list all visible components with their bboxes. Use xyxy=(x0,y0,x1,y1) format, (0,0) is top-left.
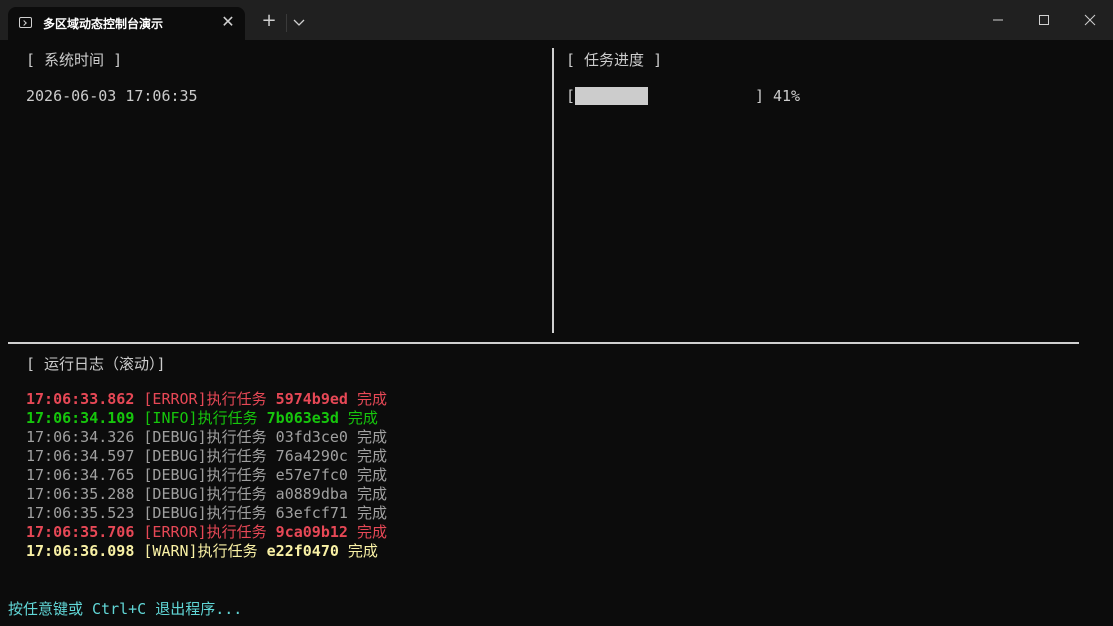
log-task-id: e22f0470 xyxy=(266,542,339,560)
log-action: 执行任务 xyxy=(206,504,267,522)
log-status: 完成 xyxy=(356,523,387,541)
log-level: [DEBUG] xyxy=(143,466,207,484)
chevron-down-icon[interactable] xyxy=(290,12,308,32)
log-line: 17:06:35.523 [DEBUG]执行任务 63efcf71 完成 xyxy=(26,504,387,523)
log-task-id: 7b063e3d xyxy=(266,409,339,427)
log-level: [INFO] xyxy=(143,409,198,427)
log-line: 17:06:34.597 [DEBUG]执行任务 76a4290c 完成 xyxy=(26,447,387,466)
log-level: [WARN] xyxy=(143,542,198,560)
log-action: 执行任务 xyxy=(206,447,267,465)
log-status: 完成 xyxy=(347,409,378,427)
exit-hint: 按任意键或 Ctrl+C 退出程序... xyxy=(8,600,243,618)
log-task-id: 03fd3ce0 xyxy=(275,428,348,446)
log-time: 17:06:33.862 xyxy=(26,390,135,408)
log-time: 17:06:35.706 xyxy=(26,523,135,541)
log-status: 完成 xyxy=(356,390,387,408)
log-action: 执行任务 xyxy=(206,466,267,484)
log-action: 执行任务 xyxy=(197,542,258,560)
title-bar: 多区域动态控制台演示 ✕ + xyxy=(0,0,1113,40)
tab-active[interactable]: 多区域动态控制台演示 ✕ xyxy=(8,7,245,40)
log-status: 完成 xyxy=(356,447,387,465)
vertical-divider xyxy=(552,48,554,333)
log-action: 执行任务 xyxy=(197,409,258,427)
log-time: 17:06:35.288 xyxy=(26,485,135,503)
progress-bracket-close: ] xyxy=(755,87,765,105)
log-level: [ERROR] xyxy=(143,523,207,541)
log-task-id: 63efcf71 xyxy=(275,504,348,522)
log-status: 完成 xyxy=(356,504,387,522)
log-action: 执行任务 xyxy=(206,428,267,446)
log-status: 完成 xyxy=(356,485,387,503)
log-status: 完成 xyxy=(347,542,378,560)
log-level: [DEBUG] xyxy=(143,428,207,446)
log-level: [DEBUG] xyxy=(143,447,207,465)
time-pane-title: [ 系统时间 ] xyxy=(26,51,123,69)
log-line: 17:06:35.706 [ERROR]执行任务 9ca09b12 完成 xyxy=(26,523,387,542)
window-close-icon[interactable] xyxy=(1067,0,1113,40)
log-status: 完成 xyxy=(356,428,387,446)
log-time: 17:06:34.597 xyxy=(26,447,135,465)
close-icon[interactable]: ✕ xyxy=(218,12,238,32)
log-line: 17:06:34.109 [INFO]执行任务 7b063e3d 完成 xyxy=(26,409,387,428)
log-task-id: a0889dba xyxy=(275,485,348,503)
tab-title: 多区域动态控制台演示 xyxy=(43,17,164,31)
log-time: 17:06:34.109 xyxy=(26,409,135,427)
log-list: 17:06:33.862 [ERROR]执行任务 5974b9ed 完成 17:0… xyxy=(26,390,387,561)
tab-separator xyxy=(286,14,287,32)
progress-percent: 41% xyxy=(773,87,801,105)
log-action: 执行任务 xyxy=(206,485,267,503)
terminal-icon xyxy=(19,17,32,28)
log-task-id: 9ca09b12 xyxy=(275,523,348,541)
log-time: 17:06:34.765 xyxy=(26,466,135,484)
progress-bar xyxy=(575,87,753,105)
log-line: 17:06:36.098 [WARN]执行任务 e22f0470 完成 xyxy=(26,542,387,561)
log-line: 17:06:34.326 [DEBUG]执行任务 03fd3ce0 完成 xyxy=(26,428,387,447)
minimize-icon[interactable] xyxy=(975,0,1021,40)
log-time: 17:06:34.326 xyxy=(26,428,135,446)
log-time: 17:06:36.098 xyxy=(26,542,135,560)
log-pane-title: [ 运行日志（滚动）] xyxy=(26,355,166,373)
log-status: 完成 xyxy=(356,466,387,484)
system-time-value: 2026-06-03 17:06:35 xyxy=(26,87,198,105)
log-line: 17:06:35.288 [DEBUG]执行任务 a0889dba 完成 xyxy=(26,485,387,504)
log-level: [DEBUG] xyxy=(143,485,207,503)
log-time: 17:06:35.523 xyxy=(26,504,135,522)
plus-icon[interactable]: + xyxy=(259,11,279,31)
log-line: 17:06:34.765 [DEBUG]执行任务 e57e7fc0 完成 xyxy=(26,466,387,485)
horizontal-divider xyxy=(8,342,1079,344)
log-level: [DEBUG] xyxy=(143,504,207,522)
log-task-id: e57e7fc0 xyxy=(275,466,348,484)
log-line: 17:06:33.862 [ERROR]执行任务 5974b9ed 完成 xyxy=(26,390,387,409)
log-task-id: 76a4290c xyxy=(275,447,348,465)
progress-pane-title: [ 任务进度 ] xyxy=(566,51,663,69)
progress-bar-fill xyxy=(575,87,648,105)
log-task-id: 5974b9ed xyxy=(275,390,348,408)
maximize-icon[interactable] xyxy=(1021,0,1067,40)
log-action: 执行任务 xyxy=(206,390,267,408)
log-level: [ERROR] xyxy=(143,390,207,408)
log-action: 执行任务 xyxy=(206,523,267,541)
progress-bracket-open: [ xyxy=(566,87,576,105)
